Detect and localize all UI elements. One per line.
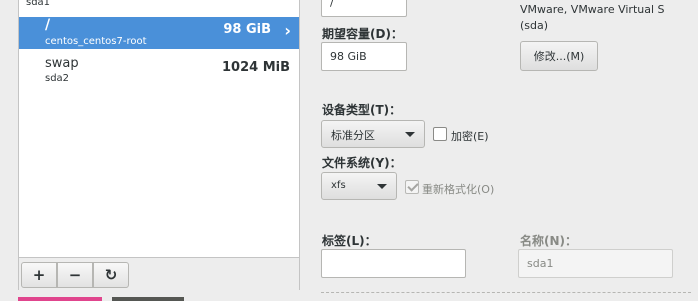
filesystem-value: xfs bbox=[331, 180, 346, 191]
device-type-value: 标准分区 bbox=[331, 129, 375, 142]
device-description: VMware, VMware Virtual S (sda) bbox=[520, 2, 665, 34]
capacity-input[interactable]: 98 GiB bbox=[321, 42, 407, 71]
modify-button[interactable]: 修改...(M) bbox=[520, 41, 598, 71]
device-description-line: VMware, VMware Virtual S bbox=[520, 3, 665, 16]
partition-device-label: centos_centos7-root bbox=[45, 36, 147, 47]
partition-toolbar: + − ↻ bbox=[19, 257, 299, 290]
reformat-checkbox[interactable] bbox=[405, 180, 419, 194]
mount-point-input[interactable]: / bbox=[321, 0, 407, 17]
tag-label: 标签(L)： bbox=[322, 234, 377, 248]
encrypt-label[interactable]: 加密(E) bbox=[451, 128, 489, 144]
name-label: 名称(N)： bbox=[520, 234, 578, 248]
device-description-line: (sda) bbox=[520, 19, 549, 32]
partition-row-partial-device: sda1 bbox=[26, 0, 51, 8]
bottom-accent-bar bbox=[18, 297, 102, 301]
partition-size-label: 1024 MiB bbox=[221, 60, 290, 75]
partition-row-swap[interactable]: swap sda2 1024 MiB bbox=[19, 52, 299, 86]
partition-mount-label: / bbox=[45, 17, 51, 33]
bottom-dark-bar bbox=[112, 297, 184, 301]
partition-mount-label: swap bbox=[45, 56, 79, 71]
partition-row-root[interactable]: / centos_centos7-root 98 GiB › bbox=[19, 17, 299, 49]
partition-device-label: sda2 bbox=[45, 73, 70, 84]
section-divider bbox=[321, 292, 691, 293]
remove-partition-button[interactable]: − bbox=[57, 262, 93, 288]
encrypt-checkbox[interactable] bbox=[433, 127, 447, 141]
device-type-label: 设备类型(T)： bbox=[322, 103, 402, 117]
add-partition-button[interactable]: + bbox=[21, 262, 57, 288]
tag-input[interactable] bbox=[321, 249, 466, 278]
partition-size-label: 98 GiB bbox=[223, 22, 271, 37]
chevron-down-icon bbox=[405, 132, 415, 137]
filesystem-label: 文件系统(Y)： bbox=[322, 156, 402, 170]
reformat-label[interactable]: 重新格式化(O) bbox=[422, 181, 494, 197]
filesystem-dropdown[interactable]: xfs bbox=[321, 172, 397, 200]
chevron-right-icon: › bbox=[284, 21, 291, 40]
device-type-dropdown[interactable]: 标准分区 bbox=[321, 120, 425, 148]
capacity-label: 期望容量(D)： bbox=[322, 27, 403, 41]
refresh-icon[interactable]: ↻ bbox=[93, 262, 129, 288]
chevron-down-icon bbox=[377, 184, 387, 189]
name-input[interactable]: sda1 bbox=[518, 249, 673, 278]
